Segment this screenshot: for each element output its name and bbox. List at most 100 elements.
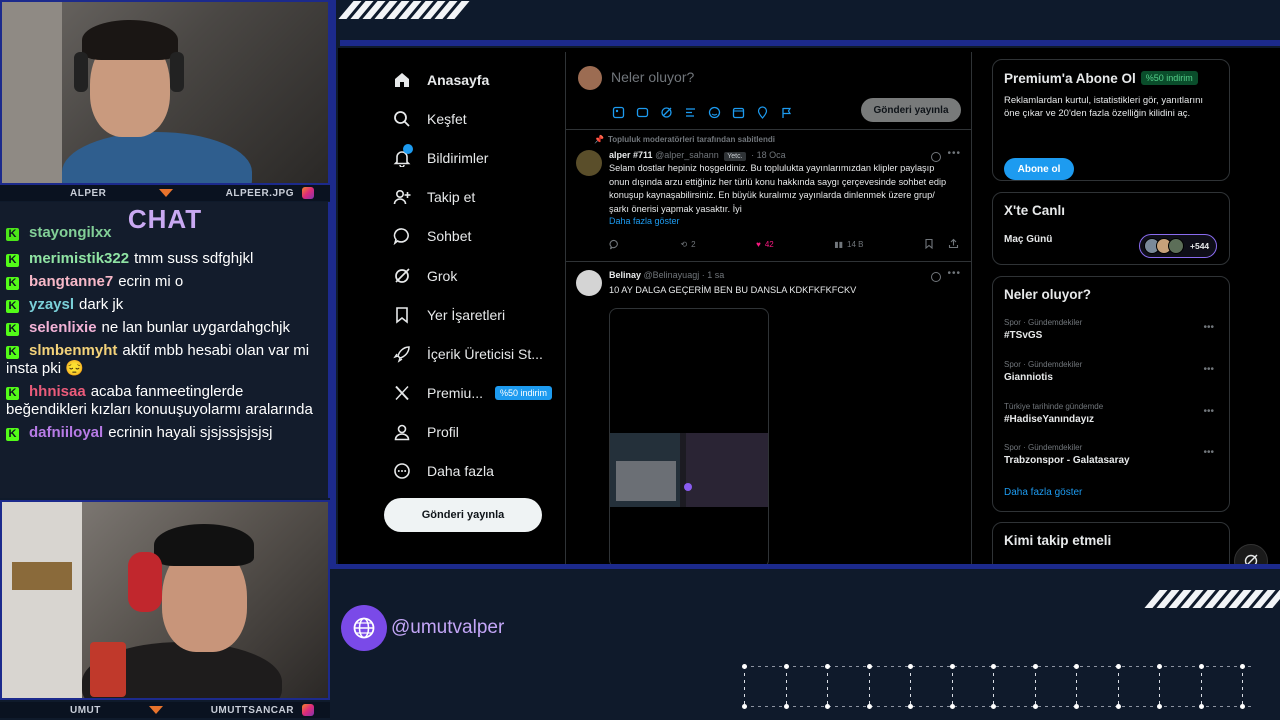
reply-icon[interactable] bbox=[609, 238, 620, 251]
compose-toolbar bbox=[612, 106, 793, 119]
tweet-video[interactable] bbox=[609, 308, 769, 564]
decor-dot bbox=[949, 664, 955, 669]
grok-icon[interactable] bbox=[660, 106, 673, 119]
decor-line bbox=[744, 666, 1254, 667]
chat-username[interactable]: bangtanne7 bbox=[29, 273, 113, 290]
sidebar-item-label: Daha fazla bbox=[427, 463, 494, 480]
avatar[interactable] bbox=[578, 66, 602, 90]
kick-badge-icon: K bbox=[6, 346, 19, 359]
bell-icon bbox=[392, 143, 413, 168]
kick-badge-icon: K bbox=[6, 323, 19, 336]
decor-dot bbox=[1198, 704, 1204, 709]
sidebar-item-anasayfa[interactable]: Anasayfa bbox=[388, 60, 568, 99]
trend-category: Türkiye tarihinde gündemde bbox=[1004, 402, 1104, 411]
chat-text: tmm suss sdfghjkl bbox=[134, 250, 254, 267]
decor-line bbox=[744, 706, 1254, 707]
sidebar-post-button[interactable]: Gönderi yayınla bbox=[384, 498, 542, 532]
retweet-icon: ⟲ bbox=[680, 240, 688, 249]
more-icon[interactable]: ••• bbox=[1203, 406, 1214, 417]
bookmark-icon[interactable] bbox=[924, 238, 934, 251]
trend-item[interactable]: Spor · Gündemdekiler Trabzonspor - Galata… bbox=[1004, 443, 1218, 466]
sidebar-item-premiu[interactable]: Premiu... %50 indirim bbox=[388, 374, 568, 413]
chat-message: Kmerimistik322 tmm suss sdfghjkl bbox=[6, 250, 324, 268]
sidebar-item-sohbet[interactable]: Sohbet bbox=[388, 217, 568, 256]
views-button[interactable]: ▮▮ 14 B bbox=[834, 238, 863, 251]
poll-icon[interactable] bbox=[684, 106, 697, 119]
grok-float-button[interactable] bbox=[1234, 544, 1268, 564]
kick-badge-icon: K bbox=[6, 300, 19, 313]
video-frame bbox=[610, 433, 768, 507]
sidebar-item-profil[interactable]: Profil bbox=[388, 413, 568, 452]
sidebar-item-i-erik-reticisi-st[interactable]: İçerik Üreticisi St... bbox=[388, 334, 568, 373]
webcam-bottom bbox=[0, 500, 330, 700]
avatar bbox=[1168, 238, 1184, 254]
schedule-icon[interactable] bbox=[732, 106, 745, 119]
chat-username[interactable]: merimistik322 bbox=[29, 250, 129, 267]
more-icon[interactable]: ••• bbox=[1203, 322, 1214, 333]
live-title: X'te Canlı bbox=[1004, 203, 1065, 218]
like-button[interactable]: ♥ 42 bbox=[756, 238, 774, 251]
sidebar-item-yer-i-aretleri[interactable]: Yer İşaretleri bbox=[388, 295, 568, 334]
trend-item[interactable]: Spor · Gündemdekiler #TSvGS ••• bbox=[1004, 318, 1218, 341]
rocket-icon bbox=[392, 344, 412, 364]
grok-icon[interactable] bbox=[931, 152, 941, 162]
decor-dot bbox=[1074, 704, 1079, 709]
share-icon[interactable] bbox=[948, 238, 959, 251]
location-icon[interactable] bbox=[756, 106, 769, 119]
compose-post-button[interactable]: Gönderi yayınla bbox=[861, 98, 961, 122]
kick-badge-icon: K bbox=[6, 254, 19, 267]
compose-input[interactable]: Neler oluyor? bbox=[611, 69, 694, 85]
sidebar-item-takip-et[interactable]: Takip et bbox=[388, 178, 568, 217]
notification-badge bbox=[403, 143, 413, 154]
grok-icon[interactable] bbox=[931, 272, 941, 282]
sidebar-item-bildirimler[interactable]: Bildirimler bbox=[388, 138, 568, 177]
chat-username[interactable]: yzaysl bbox=[29, 296, 74, 313]
webcam-top bbox=[0, 0, 330, 185]
chat-username[interactable]: hhnisaa bbox=[29, 383, 86, 400]
sidebar-item-ke-fet[interactable]: Keşfet bbox=[388, 99, 568, 138]
decor-dot-grid bbox=[740, 660, 1280, 715]
sidebar-item-grok[interactable]: Grok bbox=[388, 256, 568, 295]
more-icon[interactable]: ••• bbox=[1203, 364, 1214, 375]
tweet-media[interactable]: Belinay @Belinayuagj · 1 sa ••• 10 AY DA… bbox=[566, 262, 971, 564]
emoji-icon[interactable] bbox=[708, 106, 721, 119]
chat-username[interactable]: dafniiloyal bbox=[29, 424, 103, 441]
trend-name: Gianniotis bbox=[1004, 372, 1053, 383]
trend-name: Trabzonspor - Galatasaray bbox=[1004, 455, 1130, 466]
flag-icon[interactable] bbox=[780, 106, 793, 119]
more-icon[interactable]: ••• bbox=[947, 148, 961, 159]
retweet-button[interactable]: ⟲ 2 bbox=[680, 238, 695, 251]
decor-dot bbox=[825, 704, 830, 709]
avatar[interactable] bbox=[576, 270, 602, 296]
chat-username[interactable]: selenlixie bbox=[29, 319, 97, 336]
decor-dot bbox=[866, 704, 872, 709]
gif-icon[interactable] bbox=[636, 106, 649, 119]
sidebar-item-label: Premiu... bbox=[427, 385, 484, 402]
chat-text: ecrinin hayali sjsjssjsjsjsj bbox=[108, 424, 273, 441]
premium-title: Premium'a Abone Ol %50 indirim bbox=[1004, 71, 1198, 86]
more-icon[interactable]: ••• bbox=[947, 268, 961, 279]
chat-text: dark jk bbox=[79, 296, 124, 313]
trend-category: Spor · Gündemdekiler bbox=[1004, 443, 1083, 452]
tweet-pinned[interactable]: 📌 Topluluk moderatörleri tarafından sabit… bbox=[566, 130, 971, 262]
home-icon bbox=[392, 70, 412, 90]
live-listeners[interactable]: +544 bbox=[1139, 234, 1217, 258]
chat-username[interactable]: slmbenmyht bbox=[29, 342, 117, 359]
sidebar-item-daha-fazla[interactable]: Daha fazla bbox=[388, 452, 568, 491]
decor-dot bbox=[783, 664, 789, 669]
decor-line bbox=[1076, 666, 1077, 706]
avatar[interactable] bbox=[576, 150, 602, 176]
sidebar-item-label: Sohbet bbox=[427, 228, 472, 245]
live-item[interactable]: Maç Günü bbox=[1004, 234, 1052, 245]
trends-show-more[interactable]: Daha fazla göster bbox=[1004, 487, 1082, 498]
show-more-link[interactable]: Daha fazla göster bbox=[609, 216, 680, 226]
x-screen: Anasayfa Keşfet Bildirimler Takip et Sohbet G… bbox=[338, 48, 1280, 564]
chat-text: ne lan bunlar uygardahgchjk bbox=[101, 319, 291, 336]
trend-item[interactable]: Spor · Gündemdekiler Gianniotis ••• bbox=[1004, 360, 1218, 383]
image-icon[interactable] bbox=[612, 106, 625, 119]
subscribe-button[interactable]: Abone ol bbox=[1004, 158, 1074, 180]
bottom-accent-line bbox=[330, 564, 1280, 569]
more-icon[interactable]: ••• bbox=[1203, 447, 1214, 458]
chat-message: Kselenlixie ne lan bunlar uygardahgchjk bbox=[6, 319, 324, 337]
trend-item[interactable]: Türkiye tarihinde gündemde #HadiseYanında… bbox=[1004, 402, 1218, 425]
